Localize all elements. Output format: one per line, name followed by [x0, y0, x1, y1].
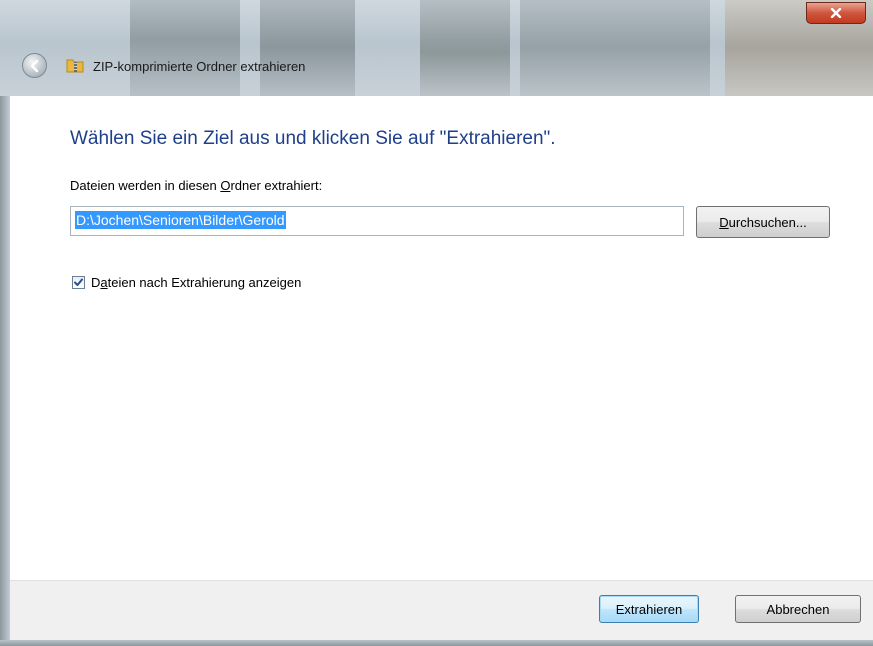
dialog-content: [10, 96, 873, 580]
label-text: D: [91, 275, 101, 290]
glass-background: [520, 0, 710, 96]
show-files-label: Dateien nach Extrahierung anzeigen: [91, 275, 301, 290]
back-button[interactable]: [22, 53, 47, 78]
accelerator-key: O: [220, 178, 231, 193]
extract-button[interactable]: Extrahieren: [599, 595, 699, 623]
label-text: Dateien werden in diesen: [70, 178, 221, 193]
instruction-heading: Wählen Sie ein Ziel aus und klicken Sie …: [70, 128, 556, 149]
show-files-option[interactable]: Dateien nach Extrahierung anzeigen: [72, 275, 301, 290]
title-bar: [0, 0, 873, 96]
accelerator-key: a: [100, 275, 108, 290]
cancel-button[interactable]: Abbrechen: [735, 595, 861, 623]
glass-background: [130, 0, 240, 96]
window-frame-left: [0, 96, 10, 646]
show-files-checkbox[interactable]: [72, 276, 85, 289]
glass-background: [420, 0, 510, 96]
button-label: urchsuchen...: [728, 214, 807, 230]
checkmark-icon: [74, 278, 83, 286]
browse-button[interactable]: Durchsuchen...: [696, 206, 830, 238]
zip-folder-icon: [66, 59, 84, 73]
window-title: ZIP-komprimierte Ordner extrahieren: [93, 59, 306, 74]
label-text: teien nach Extrahierung anzeigen: [107, 275, 302, 290]
close-button[interactable]: [806, 2, 866, 24]
window-frame-bottom: [0, 640, 873, 646]
glass-background: [260, 0, 355, 96]
selected-path-text: D:\Jochen\Senioren\Bilder\Gerold: [75, 211, 286, 229]
destination-path-input[interactable]: D:\Jochen\Senioren\Bilder\Gerold: [70, 206, 684, 236]
close-icon: [830, 8, 842, 18]
back-arrow-icon: [30, 59, 38, 72]
destination-folder-label: Dateien werden in diesen Ordner extrahie…: [70, 178, 322, 193]
accelerator-key: D: [719, 214, 729, 230]
label-text: rdner extrahiert:: [230, 178, 323, 193]
